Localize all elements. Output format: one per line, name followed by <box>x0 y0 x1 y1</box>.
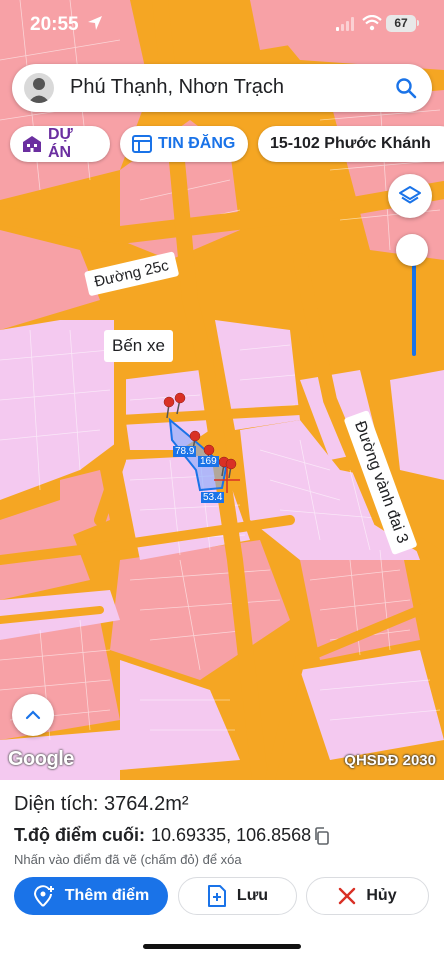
bus-station-label: Bến xe <box>104 330 173 362</box>
map-canvas[interactable] <box>0 0 444 780</box>
status-bar: 20:55 67 <box>0 0 444 50</box>
search-bar[interactable]: Phú Thạnh, Nhơn Trạch <box>12 64 432 112</box>
copy-icon[interactable] <box>313 826 331 845</box>
coord-readout: T.độ điểm cuối: 10.69335, 106.8568 <box>14 825 331 846</box>
area-readout: Diện tích: 3764.2m² <box>14 793 189 816</box>
search-query[interactable]: Phú Thạnh, Nhơn Trạch <box>70 76 284 99</box>
save-label: Lưu <box>236 887 269 904</box>
close-icon <box>339 887 356 905</box>
battery-icon: 67 <box>386 15 416 32</box>
location-arrow-icon <box>88 16 102 30</box>
home-indicator[interactable] <box>143 944 301 949</box>
measure-panel: Diện tích: 3764.2m² T.độ điểm cuối: 10.6… <box>0 780 444 960</box>
cancel-button[interactable]: Hủy <box>306 877 429 915</box>
chip-projects[interactable]: DỰ ÁN <box>10 126 110 162</box>
chip-listings-label: TIN ĐĂNG <box>158 135 236 152</box>
chip-parcel[interactable]: 15-102 Phước Khánh <box>258 126 444 162</box>
cancel-label: Hủy <box>366 887 397 904</box>
layers-button[interactable] <box>388 174 432 218</box>
map-view[interactable]: 78.9 169 53.4 Đường 25c Bến xe Đường vàn… <box>0 0 444 780</box>
plan-layer-badge: QHSDĐ 2030 <box>344 752 436 769</box>
search-icon[interactable] <box>394 76 418 100</box>
pin-icon[interactable] <box>163 392 243 482</box>
add-point-label: Thêm điểm <box>64 887 150 904</box>
coord-label: T.độ điểm cuối: <box>14 825 146 845</box>
clock: 20:55 <box>30 14 79 35</box>
coord-value: 10.69335, 106.8568 <box>151 825 312 845</box>
listing-icon <box>132 135 152 153</box>
chevron-up-icon <box>25 710 41 720</box>
avatar[interactable] <box>24 73 54 103</box>
area-label: Diện tích: <box>14 793 99 815</box>
signal-icon <box>336 17 354 31</box>
google-attribution: Google <box>8 748 74 770</box>
add-location-icon <box>33 885 54 907</box>
edge-length-label: 78.9 <box>173 446 197 457</box>
chip-listings[interactable]: TIN ĐĂNG <box>120 126 248 162</box>
battery-tip <box>417 20 419 26</box>
add-point-button[interactable]: Thêm điểm <box>14 877 168 915</box>
chip-parcel-label: 15-102 Phước Khánh <box>270 135 431 152</box>
layers-icon <box>399 186 421 204</box>
save-button[interactable]: Lưu <box>178 877 297 915</box>
area-value: 3764.2m² <box>104 793 189 815</box>
opacity-slider-thumb[interactable] <box>396 234 428 266</box>
chip-projects-label: DỰ ÁN <box>48 126 73 161</box>
expand-panel-button[interactable] <box>12 694 54 736</box>
delete-hint: Nhấn vào điểm đã vẽ (chấm đỏ) để xóa <box>14 852 242 867</box>
edge-length-label: 53.4 <box>201 492 225 503</box>
user-avatar-icon <box>28 78 50 103</box>
wifi-icon <box>362 15 382 31</box>
edge-length-label: 169 <box>198 456 219 467</box>
add-file-icon <box>207 885 226 907</box>
building-icon <box>23 136 41 152</box>
